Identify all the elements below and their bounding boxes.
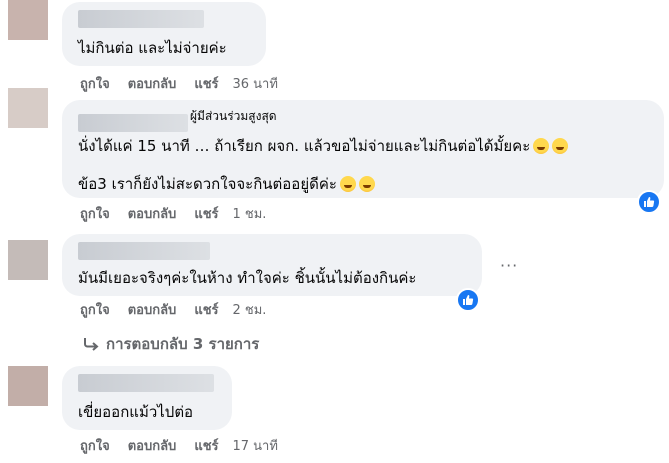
share-button[interactable]: แชร์ xyxy=(194,438,218,456)
author-name-redacted[interactable] xyxy=(78,10,204,28)
comment-text: เขี่ยออกแม้วไปต่อ xyxy=(78,403,194,421)
timestamp[interactable]: 17 นาที xyxy=(233,438,278,456)
comment-text: มันมีเยอะจริงๆค่ะในห้าง ทำใจค่ะ ชิ้นนั้น… xyxy=(78,269,417,287)
avatar[interactable] xyxy=(8,0,48,40)
author-name-redacted[interactable] xyxy=(78,374,214,392)
reply-arrow-icon xyxy=(84,338,99,351)
comment-actions: ถูกใจ ตอบกลับ แชร์ 1 ชม. xyxy=(80,206,266,224)
share-button[interactable]: แชร์ xyxy=(194,302,218,320)
grinning-sweat-emoji xyxy=(552,138,569,154)
comment-bubble: ไม่กินต่อ และไม่จ่ายค่ะ xyxy=(62,2,266,66)
avatar[interactable] xyxy=(8,240,48,280)
comment-bubble: ผู้มีส่วนร่วมสูงสุด นั่งได้แค่ 15 นาที …… xyxy=(62,100,664,198)
comment-text-line-1: นั่งได้แค่ 15 นาที … ถ้าเรียก ผจก. แล้วข… xyxy=(78,136,569,156)
avatar[interactable] xyxy=(8,88,48,128)
like-reaction-icon[interactable] xyxy=(456,288,480,312)
comment-actions: ถูกใจ ตอบกลับ แชร์ 17 นาที xyxy=(80,438,278,456)
share-button[interactable]: แชร์ xyxy=(194,206,218,224)
reply-button[interactable]: ตอบกลับ xyxy=(128,302,177,320)
view-replies-label: การตอบกลับ 3 รายการ xyxy=(106,335,260,353)
reply-button[interactable]: ตอบกลับ xyxy=(128,206,177,224)
reply-button[interactable]: ตอบกลับ xyxy=(128,76,177,94)
author-name-redacted[interactable] xyxy=(78,242,210,260)
timestamp[interactable]: 1 ชม. xyxy=(233,206,267,224)
comment-text-line-2: ข้อ3 เราก็ยังไม่สะดวกใจจะกินต่ออยู่ดีค่ะ xyxy=(78,174,375,194)
comment-actions: ถูกใจ ตอบกลับ แชร์ 2 ชม. xyxy=(80,302,266,320)
timestamp[interactable]: 36 นาที xyxy=(233,76,278,94)
like-button[interactable]: ถูกใจ xyxy=(80,302,110,320)
more-options-icon[interactable]: ··· xyxy=(500,256,518,275)
avatar[interactable] xyxy=(8,366,48,406)
comment-bubble: มันมีเยอะจริงๆค่ะในห้าง ทำใจค่ะ ชิ้นนั้น… xyxy=(62,234,482,296)
timestamp[interactable]: 2 ชม. xyxy=(233,302,267,320)
comment-bubble: เขี่ยออกแม้วไปต่อ xyxy=(62,366,232,430)
top-contributor-badge: ผู้มีส่วนร่วมสูงสุด xyxy=(190,109,277,123)
comment-text: ไม่กินต่อ และไม่จ่ายค่ะ xyxy=(78,39,227,57)
share-button[interactable]: แชร์ xyxy=(194,76,218,94)
reply-button[interactable]: ตอบกลับ xyxy=(128,438,177,456)
like-reaction-icon[interactable] xyxy=(637,190,661,214)
comment-actions: ถูกใจ ตอบกลับ แชร์ 36 นาที xyxy=(80,76,278,94)
like-button[interactable]: ถูกใจ xyxy=(80,206,110,224)
grinning-sweat-emoji xyxy=(358,176,375,192)
view-replies-link[interactable]: การตอบกลับ 3 รายการ xyxy=(82,332,259,356)
like-button[interactable]: ถูกใจ xyxy=(80,438,110,456)
grinning-sweat-emoji xyxy=(339,176,356,192)
like-button[interactable]: ถูกใจ xyxy=(80,76,110,94)
author-name-redacted[interactable] xyxy=(78,114,188,132)
grinning-sweat-emoji xyxy=(533,138,550,154)
